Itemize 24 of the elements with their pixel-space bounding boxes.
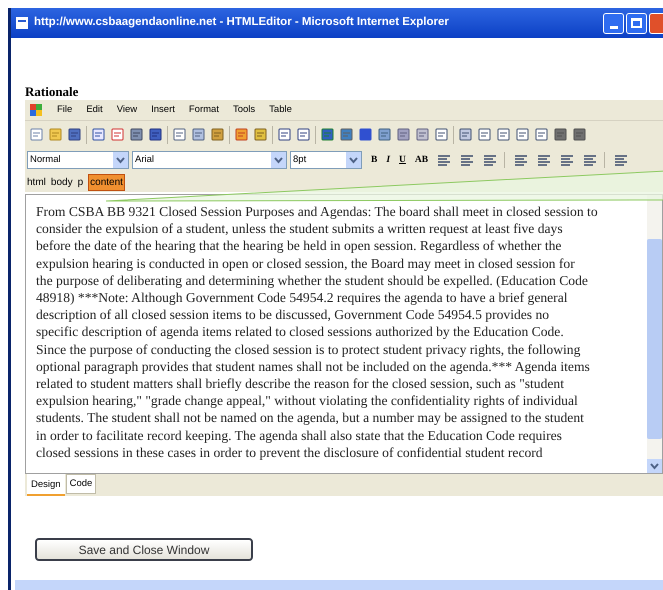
- font-dropdown[interactable]: Arial: [132, 151, 287, 169]
- menu-item[interactable]: Table: [269, 102, 292, 118]
- view-tab[interactable]: Code: [66, 474, 96, 494]
- tag-path-item[interactable]: body: [50, 174, 73, 190]
- menu-item[interactable]: File: [57, 102, 72, 118]
- size-dropdown[interactable]: 8pt: [290, 151, 362, 169]
- section-heading: Rationale: [25, 83, 80, 100]
- format-button[interactable]: B: [371, 152, 378, 168]
- tag-path-item[interactable]: html: [27, 174, 46, 190]
- format-button[interactable]: AB: [414, 152, 428, 168]
- tag-path-item[interactable]: p: [78, 174, 84, 190]
- menu-item[interactable]: View: [116, 102, 138, 118]
- menu-item[interactable]: Insert: [151, 102, 175, 118]
- menu-item[interactable]: Tools: [232, 102, 256, 118]
- menu-item[interactable]: Format: [188, 102, 219, 118]
- rationale-paragraph: From CSBA BB 9321 Closed Session Purposes and Agendas: The board shall meet in closed session to consider the expulsion of a student, unless the student submits a written request at least five days before the date of the hearing that the hearing be held in open session. Regardless of whether the expulsion hearing is conducted in open or closed session, the Board may meet in closed session for the purpose of deliberating and determining whether the student should be expelled. (Education Code 48918) ***Note: Although Government Code 54954.2 requires the agenda to have a brief general description of all closed session items to be discussed, Government Code 54954.5 provides no specific description of agenda items related to closed sessions authorized by the Education Code. Since the purpose of conducting the closed session is to protect student privacy rights, the following optional paragraph provides that student names shall not be included on the agenda.*** Agenda items related to student matters shall briefly describe the reason for the closed session, such as "student expulsion hearing," "grade change appeal," without violating the confidentiality rights of individual students. The student shall not be named on the agenda, but a number may be assigned to the student in order to facilitate record keeping. The agenda shall also state that the Education Code requires closed sessions in these cases in order to prevent the disclosure of confidential student record: [35, 203, 599, 462]
- style-dropdown[interactable]: Normal: [27, 151, 129, 169]
- tag-path-item[interactable]: content: [88, 174, 125, 190]
- format-button[interactable]: U: [399, 152, 406, 168]
- menu-item[interactable]: Edit: [86, 102, 103, 118]
- format-button[interactable]: I: [386, 152, 390, 168]
- window-title: http://www.csbaagendaonline.net - HTMLEditor - Microsoft Internet Explorer: [34, 15, 449, 30]
- save-close-button[interactable]: Save and Close Window: [35, 538, 253, 561]
- view-tab[interactable]: Design: [27, 474, 65, 496]
